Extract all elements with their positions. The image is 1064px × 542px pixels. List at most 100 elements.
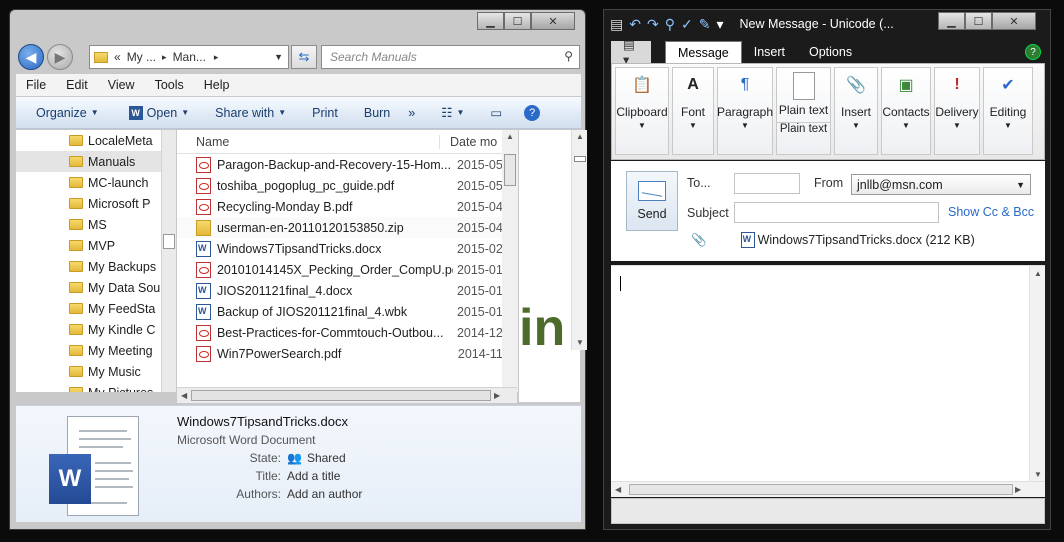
file-row[interactable]: Recycling-Monday B.pdf 2015-04-: [177, 196, 507, 217]
message-body[interactable]: ▲ ▼ ◀ ▶: [611, 265, 1045, 497]
search-icon[interactable]: ⚲: [564, 49, 573, 63]
minimize-button[interactable]: ▁: [477, 12, 504, 30]
nav-item[interactable]: My FeedSta: [16, 298, 161, 319]
scroll-up-icon[interactable]: ▲: [1034, 269, 1042, 278]
subject-field[interactable]: [734, 202, 939, 223]
spelling-icon[interactable]: ✓: [681, 16, 693, 33]
to-field[interactable]: [734, 173, 800, 194]
menu-view[interactable]: View: [98, 78, 145, 92]
print-button[interactable]: Print: [303, 106, 347, 120]
nav-item[interactable]: My Meeting: [16, 340, 161, 361]
close-button[interactable]: ✕: [531, 12, 575, 30]
undo-icon[interactable]: ↶: [629, 16, 641, 33]
file-list-scrollbar[interactable]: ▲: [502, 130, 518, 392]
navigation-scrollbar[interactable]: [161, 130, 176, 392]
tab-insert[interactable]: Insert: [742, 41, 797, 63]
scroll-left-icon[interactable]: ◀: [181, 391, 187, 400]
title-value[interactable]: Add a title: [287, 469, 340, 483]
nav-item[interactable]: Microsoft P: [16, 193, 161, 214]
help-icon[interactable]: ?: [1025, 44, 1041, 60]
view-options-button[interactable]: ☷ ▼: [432, 105, 473, 120]
address-bar[interactable]: « My ... ▸ Man... ▸ ▼: [89, 45, 289, 69]
file-row[interactable]: JIOS201121final_4.docx 2015-01-: [177, 280, 507, 301]
show-cc-bcc-link[interactable]: Show Cc & Bcc: [948, 205, 1034, 219]
scroll-thumb[interactable]: [504, 154, 516, 186]
pen-icon[interactable]: ✎: [699, 16, 711, 33]
more-commands-button[interactable]: »: [399, 106, 424, 120]
contacts-group[interactable]: ▣ Contacts ▼: [881, 67, 931, 155]
nav-item[interactable]: MVP: [16, 235, 161, 256]
scroll-right-icon[interactable]: ▶: [1015, 485, 1021, 494]
body-horizontal-scrollbar[interactable]: ◀ ▶: [611, 481, 1045, 497]
chevron-right-icon[interactable]: ▸: [214, 52, 219, 63]
column-name[interactable]: Name: [177, 135, 439, 149]
scroll-thumb[interactable]: [629, 484, 1013, 495]
chevron-right-icon[interactable]: ▸: [162, 52, 167, 63]
open-button[interactable]: W Open ▼: [120, 105, 199, 120]
tab-message[interactable]: Message: [665, 41, 742, 63]
breadcrumb-item[interactable]: Man...: [173, 50, 206, 64]
search-input[interactable]: Search Manuals ⚲: [321, 45, 580, 69]
scroll-down-icon[interactable]: ▼: [576, 338, 584, 347]
menu-file[interactable]: File: [16, 78, 56, 92]
font-group[interactable]: A Font ▼: [672, 67, 714, 155]
file-menu-tab[interactable]: ▤ ▾: [611, 38, 651, 67]
nav-item[interactable]: MS: [16, 214, 161, 235]
file-row[interactable]: 20101014145X_Pecking_Order_CompU.pdf 2015…: [177, 259, 507, 280]
forward-button[interactable]: ▶: [47, 44, 73, 70]
scroll-thumb[interactable]: [191, 390, 491, 401]
from-select[interactable]: jnllb@msn.com ▼: [851, 174, 1031, 195]
maximize-button[interactable]: ☐: [504, 12, 531, 30]
scroll-thumb[interactable]: [574, 156, 586, 162]
authors-value[interactable]: Add an author: [287, 487, 362, 501]
nav-item[interactable]: My Music: [16, 361, 161, 382]
burn-button[interactable]: Burn: [355, 106, 399, 120]
scroll-right-icon[interactable]: ▶: [494, 391, 500, 400]
to-button[interactable]: To...: [687, 176, 711, 190]
scroll-thumb[interactable]: [163, 234, 175, 249]
breadcrumb-item[interactable]: My ...: [127, 50, 156, 64]
menu-edit[interactable]: Edit: [56, 78, 98, 92]
nav-item[interactable]: My Kindle C: [16, 319, 161, 340]
column-date-modified[interactable]: Date mo: [439, 134, 497, 149]
editing-group[interactable]: ✔ Editing ▼: [983, 67, 1033, 155]
minimize-button[interactable]: ▁: [938, 12, 965, 30]
attachment-item[interactable]: Windows7TipsandTricks.docx (212 KB): [758, 233, 975, 247]
file-row[interactable]: toshiba_pogoplug_pc_guide.pdf 2015-05-: [177, 175, 507, 196]
help-button[interactable]: ?: [515, 104, 549, 121]
delivery-group[interactable]: ! Delivery ▼: [934, 67, 980, 155]
scroll-up-icon[interactable]: ▲: [576, 132, 584, 141]
file-row[interactable]: Paragon-Backup-and-Recovery-15-Hom... 201…: [177, 154, 507, 175]
nav-item[interactable]: MC-launch: [16, 172, 161, 193]
nav-item[interactable]: My Backups: [16, 256, 161, 277]
nav-item[interactable]: My Pictures: [16, 382, 161, 392]
clipboard-group[interactable]: 📋 Clipboard ▼: [615, 67, 669, 155]
organize-button[interactable]: Organize ▼: [16, 106, 108, 120]
close-button[interactable]: ✕: [992, 12, 1036, 30]
attach-icon[interactable]: ⚲: [665, 16, 675, 33]
file-row[interactable]: Win7PowerSearch.pdf 2014-11-: [177, 343, 507, 364]
horizontal-scrollbar[interactable]: ◀ ▶: [177, 387, 517, 403]
file-row[interactable]: Best-Practices-for-Commtouch-Outbou... 20…: [177, 322, 507, 343]
menu-help[interactable]: Help: [194, 78, 240, 92]
menu-tools[interactable]: Tools: [145, 78, 194, 92]
maximize-button[interactable]: ☐: [965, 12, 992, 30]
plain-text-group[interactable]: Plain text Plain text: [776, 67, 831, 155]
tab-options[interactable]: Options: [797, 41, 864, 63]
body-vertical-scrollbar[interactable]: ▲ ▼: [1029, 266, 1045, 484]
nav-item[interactable]: LocaleMeta: [16, 130, 161, 151]
send-button[interactable]: Send: [626, 171, 678, 231]
insert-group[interactable]: 📎 Insert ▼: [834, 67, 878, 155]
nav-item[interactable]: Manuals: [16, 151, 161, 172]
scroll-up-icon[interactable]: ▲: [506, 132, 514, 141]
file-row[interactable]: Backup of JIOS201121final_4.wbk 2015-01-: [177, 301, 507, 322]
nav-item[interactable]: My Data Sou: [16, 277, 161, 298]
redo-icon[interactable]: ↷: [647, 16, 659, 33]
refresh-button[interactable]: ⇆: [291, 45, 317, 69]
preview-pane-button[interactable]: ▭: [481, 105, 511, 120]
address-dropdown-icon[interactable]: ▼: [274, 52, 283, 62]
share-with-button[interactable]: Share with ▼: [206, 106, 295, 120]
file-row[interactable]: Windows7TipsandTricks.docx 2015-02-: [177, 238, 507, 259]
scroll-left-icon[interactable]: ◀: [615, 485, 621, 494]
paragraph-group[interactable]: ¶ Paragraph ▼: [717, 67, 773, 155]
